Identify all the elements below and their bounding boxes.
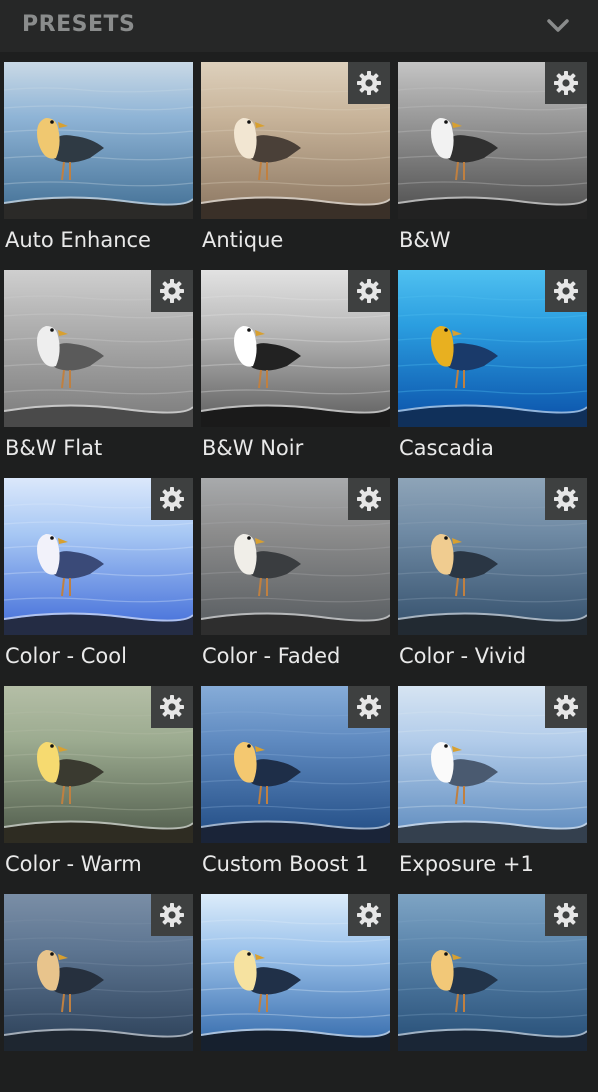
gear-icon xyxy=(357,903,381,927)
preset-label: Color - Warm xyxy=(5,852,142,876)
preset-label: Cascadia xyxy=(399,436,494,460)
preset-tile-preset-13[interactable] xyxy=(4,884,193,1092)
preset-label: Exposure +1 xyxy=(399,852,534,876)
gear-icon xyxy=(554,695,578,719)
preset-label: Color - Faded xyxy=(202,644,341,668)
preset-tile-b-w-noir[interactable]: B&W Noir xyxy=(201,260,390,468)
preset-thumbnail[interactable] xyxy=(4,62,193,219)
preset-settings-button[interactable] xyxy=(545,62,587,104)
gear-icon xyxy=(160,903,184,927)
preset-tile-color-faded[interactable]: Color - Faded xyxy=(201,468,390,676)
gear-icon xyxy=(357,487,381,511)
gear-icon xyxy=(357,71,381,95)
preset-settings-button[interactable] xyxy=(348,894,390,936)
preset-label: Color - Vivid xyxy=(399,644,527,668)
preset-tile-exposure-1[interactable]: Exposure +1 xyxy=(398,676,587,884)
gear-icon xyxy=(160,487,184,511)
gear-icon xyxy=(160,279,184,303)
preset-settings-button[interactable] xyxy=(545,894,587,936)
preset-tile-antique[interactable]: Antique xyxy=(201,52,390,260)
preset-tile-color-vivid[interactable]: Color - Vivid xyxy=(398,468,587,676)
preset-label: B&W Noir xyxy=(202,436,304,460)
gear-icon xyxy=(554,487,578,511)
preset-tile-custom-boost-1[interactable]: Custom Boost 1 xyxy=(201,676,390,884)
gear-icon xyxy=(160,695,184,719)
preset-settings-button[interactable] xyxy=(151,686,193,728)
preset-label: Custom Boost 1 xyxy=(202,852,369,876)
preset-settings-button[interactable] xyxy=(545,686,587,728)
preset-settings-button[interactable] xyxy=(348,270,390,312)
preset-tile-preset-14[interactable] xyxy=(201,884,390,1092)
preset-tile-b-w[interactable]: B&W xyxy=(398,52,587,260)
preset-settings-button[interactable] xyxy=(348,686,390,728)
preset-tile-auto-enhance[interactable]: Auto Enhance xyxy=(4,52,193,260)
preset-label: Auto Enhance xyxy=(5,228,151,252)
preset-settings-button[interactable] xyxy=(151,270,193,312)
preset-settings-button[interactable] xyxy=(545,270,587,312)
preset-settings-button[interactable] xyxy=(151,478,193,520)
preset-tile-color-cool[interactable]: Color - Cool xyxy=(4,468,193,676)
collapse-button[interactable] xyxy=(540,10,576,42)
preset-settings-button[interactable] xyxy=(348,478,390,520)
presets-panel-header: PRESETS xyxy=(0,0,598,52)
gear-icon xyxy=(554,903,578,927)
preset-tile-color-warm[interactable]: Color - Warm xyxy=(4,676,193,884)
chevron-down-icon xyxy=(547,19,569,32)
preset-label: B&W xyxy=(399,228,451,252)
preset-label: B&W Flat xyxy=(5,436,103,460)
gear-icon xyxy=(554,71,578,95)
preset-label: Antique xyxy=(202,228,284,252)
preset-settings-button[interactable] xyxy=(151,894,193,936)
gear-icon xyxy=(554,279,578,303)
preset-tile-b-w-flat[interactable]: B&W Flat xyxy=(4,260,193,468)
seagull-photo xyxy=(4,62,193,219)
preset-tile-cascadia[interactable]: Cascadia xyxy=(398,260,587,468)
preset-settings-button[interactable] xyxy=(545,478,587,520)
preset-tile-preset-15[interactable] xyxy=(398,884,587,1092)
preset-settings-button[interactable] xyxy=(348,62,390,104)
panel-title: PRESETS xyxy=(22,12,136,37)
gear-icon xyxy=(357,279,381,303)
preset-label: Color - Cool xyxy=(5,644,127,668)
gear-icon xyxy=(357,695,381,719)
